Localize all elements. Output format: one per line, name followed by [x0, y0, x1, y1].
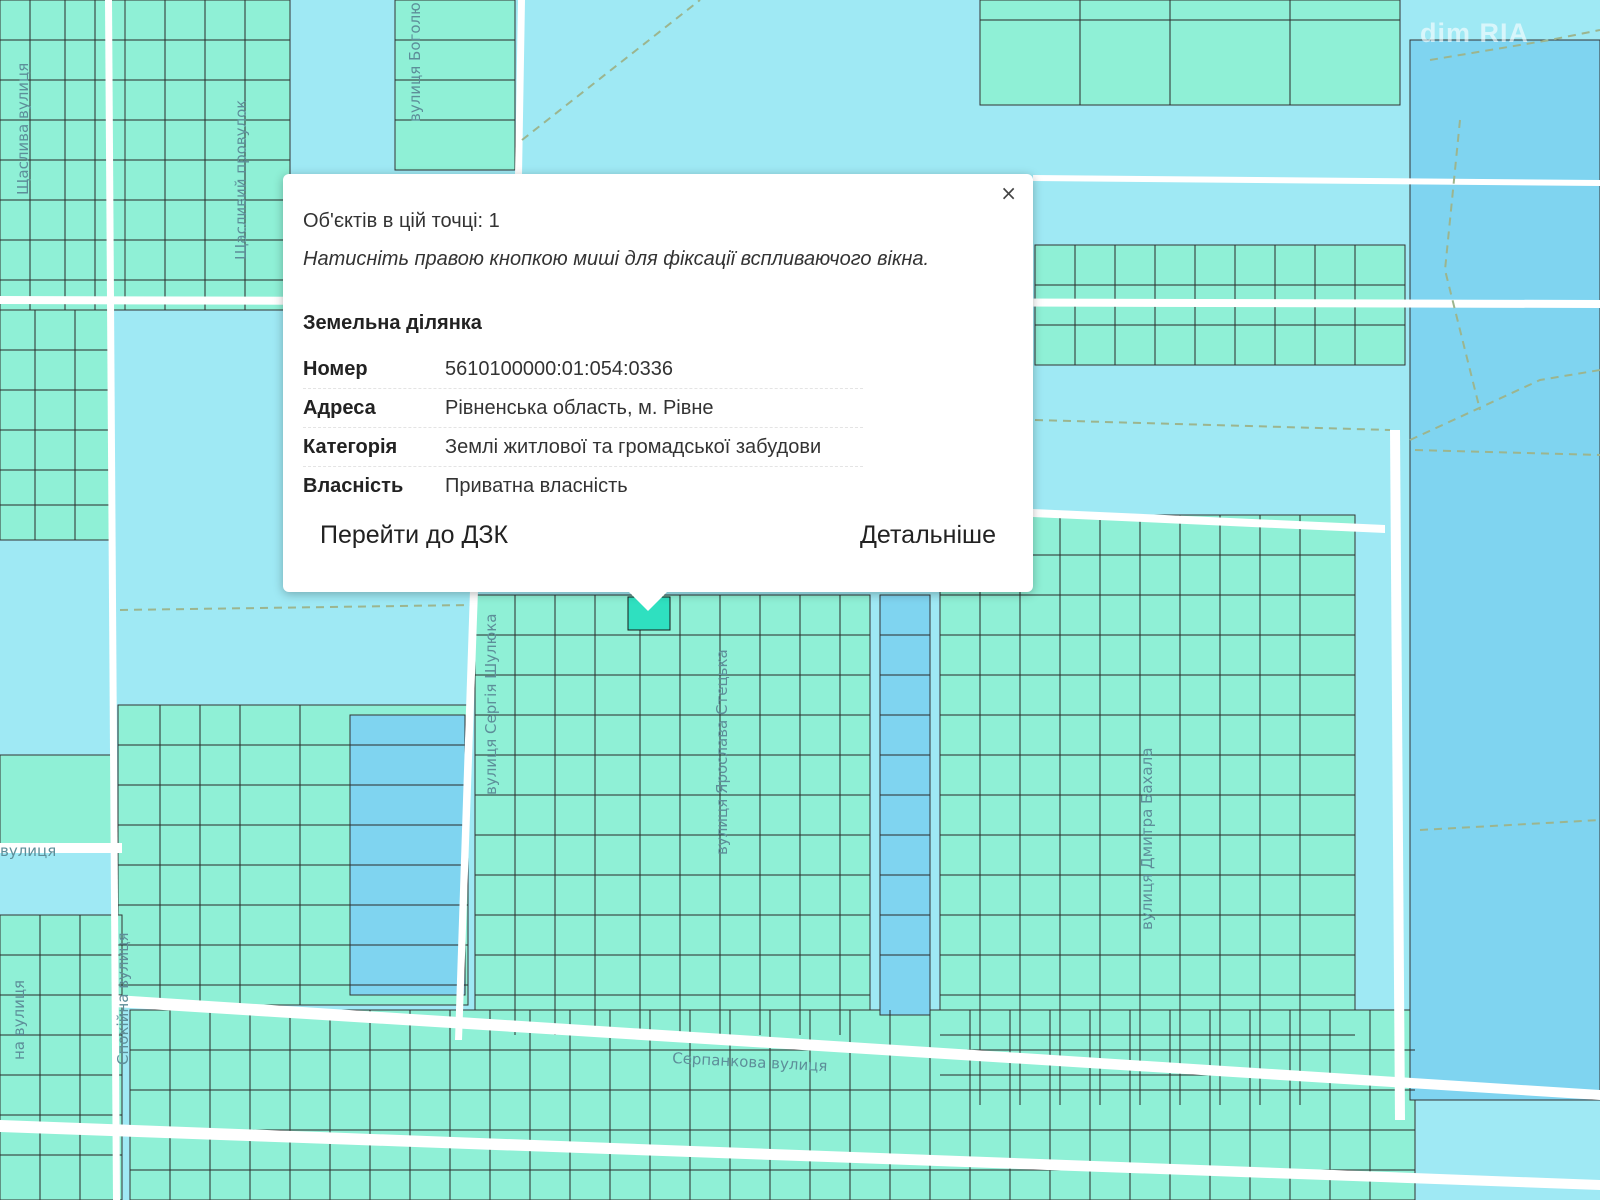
street-label-spokiina: Спокійна вулиця: [114, 933, 132, 1066]
row-label: Категорія: [303, 436, 398, 458]
go-to-dzk-button[interactable]: Перейти до ДЗК: [320, 521, 508, 550]
row-value: Землі житлової та громадської забудови: [445, 436, 822, 458]
watermark: dim RIA: [1420, 18, 1530, 48]
row-value: Рівненська область, м. Рівне: [445, 397, 714, 419]
row-label: Номер: [303, 358, 368, 380]
street-label-serhiia: вулиця Сергія Шулюка: [482, 613, 500, 795]
objects-count: Об'єктів в цій точці: 1: [303, 210, 500, 232]
close-icon[interactable]: ×: [1000, 181, 1017, 205]
popup-hint: Натисніть правою кнопкою миші для фіксац…: [303, 248, 930, 270]
row-label: Адреса: [303, 397, 376, 419]
street-label-left-a: вулиця: [0, 842, 56, 860]
info-row-number: Номер 5610100000:01:054:0336: [303, 350, 863, 389]
details-button[interactable]: Детальніше: [860, 521, 996, 550]
info-row-ownership: Власність Приватна власність: [303, 467, 863, 505]
street-label-dmytra: вулиця Дмитра Бахала: [1138, 748, 1156, 930]
street-label-yaroslava: вулиця Ярослава Стецька: [713, 649, 731, 855]
street-label-left-b: на вулиця: [10, 980, 28, 1060]
street-label-shchaslyvyi-provulok: Щасливий провулок: [232, 100, 250, 260]
popup-pointer: [629, 592, 667, 611]
section-title: Земельна ділянка: [303, 312, 482, 334]
row-value: 5610100000:01:054:0336: [445, 358, 674, 380]
street-label-bohol: вулиця Боголю: [406, 2, 424, 122]
row-value: Приватна власність: [445, 475, 628, 497]
row-label: Власність: [303, 475, 404, 497]
street-label-shchaslyva: Щаслива вулиця: [14, 63, 32, 195]
info-row-category: Категорія Землі житлової та громадської …: [303, 428, 863, 467]
info-row-address: Адреса Рівненська область, м. Рівне: [303, 389, 863, 428]
parcel-info-popup: × Об'єктів в цій точці: 1 Натисніть прав…: [283, 174, 1033, 611]
